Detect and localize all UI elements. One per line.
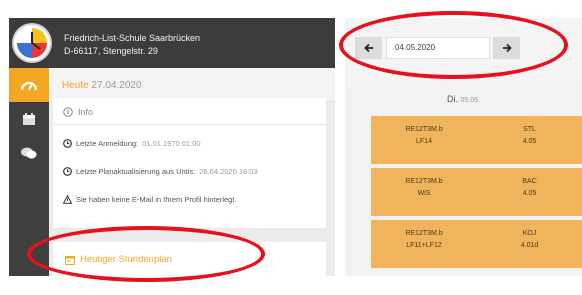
lesson-room: 4.01d [520,242,539,249]
calendar-icon [65,255,75,265]
next-week-button[interactable] [493,37,520,59]
lesson-class: RE12T3M.b [405,230,443,237]
lesson-teacher: KOJ [522,230,537,237]
today-label: Heute 27.04.2020 [62,80,142,91]
info-divider [53,124,326,125]
day-header: Di. 05.05. [345,94,582,116]
last-update-value: 26.04.2020 18:03 [199,167,258,176]
arrow-right-icon [502,43,512,53]
lesson-room: 4.05 [522,138,537,145]
day-date: 05.05. [460,97,480,104]
last-login-row: Letzte Anmeldung: 01.01.1970 01:00 [63,139,201,148]
calendar-icon [23,113,35,125]
lesson-class-subject: RE12T3M.b WiS [371,176,477,200]
lesson-teacher: BAC [522,178,537,185]
lesson-teacher: STL [523,126,536,133]
sidebar [9,68,49,276]
date-input[interactable]: 04.05.2020 [386,37,490,59]
arrow-left-icon [363,43,373,53]
day-name: Di. [447,94,458,104]
school-address: D-66117, Stengelstr. 29 [64,46,158,56]
school-logo[interactable] [12,23,52,63]
sidebar-item-dashboard[interactable] [9,68,49,102]
lesson-class-subject: RE12T3M.b LF11+LF12 [371,228,477,252]
last-update-row: Letzte Planaktualisierung aus Untis: 26.… [63,167,258,176]
schedule-card: Heutiger Stundenplan [53,242,326,276]
warning-icon [63,195,72,204]
lesson-class: RE12T3M.b [405,178,443,185]
info-card: Info Letzte Anmeldung: 01.01.1970 01:00 … [53,98,326,228]
lesson-subject: WiS [417,190,431,197]
lesson-subject: LF14 [416,138,432,145]
profile-warning-row: Sie haben keine E-Mail in Ihrem Profil h… [63,195,237,204]
lesson-card[interactable]: RE12T3M.b LF11+LF12 KOJ 4.01d [371,220,582,268]
lesson-teacher-room: BAC 4.05 [477,176,582,200]
lesson-teacher-room: KOJ 4.01d [477,228,582,252]
screenshot-root: Friedrich-List-Schule Saarbrücken D-6611… [0,0,582,295]
clock-logo-icon [17,28,47,58]
school-name: Friedrich-List-Schule Saarbrücken [64,33,201,43]
lesson-room: 4.05 [522,190,537,197]
today-schedule-label: Heutiger Stundenplan [80,254,172,265]
last-login-value: 01.01.1970 01:00 [142,139,201,148]
lesson-class: RE12T3M.b [405,126,443,133]
today-schedule-link[interactable]: Heutiger Stundenplan [65,254,172,265]
app-header: Friedrich-List-Schule Saarbrücken D-6611… [9,18,335,68]
lesson-subject: LF11+LF12 [406,242,442,249]
timetable-panel: 04.05.2020 Di. 05.05. RE12T3M.b LF14 STL… [345,18,582,276]
lesson-class-subject: RE12T3M.b LF14 [371,124,477,148]
lesson-card[interactable]: RE12T3M.b LF14 STL 4.05 [371,116,582,164]
today-text: Heute [62,80,89,91]
clock-icon [63,139,72,148]
previous-week-button[interactable] [355,37,382,59]
today-date: 27.04.2020 [91,80,142,91]
chat-icon [21,147,37,159]
dashboard-icon [21,81,37,91]
info-title: Info [78,107,94,117]
clock-icon [63,167,72,176]
lesson-card[interactable]: RE12T3M.b WiS BAC 4.05 [371,168,582,216]
info-icon [63,107,73,117]
info-header: Info [63,107,93,117]
last-login-label: Letzte Anmeldung: [76,139,139,148]
sidebar-item-calendar[interactable] [9,102,49,136]
profile-warning-text: Sie haben keine E-Mail in Ihrem Profil h… [76,195,237,204]
lesson-teacher-room: STL 4.05 [477,124,582,148]
last-update-label: Letzte Planaktualisierung aus Untis: [76,167,196,176]
today-bar: Heute 27.04.2020 [49,68,335,102]
date-navigation: 04.05.2020 [345,18,582,82]
sidebar-item-messages[interactable] [9,136,49,170]
school-info: Friedrich-List-Schule Saarbrücken D-6611… [64,32,200,58]
